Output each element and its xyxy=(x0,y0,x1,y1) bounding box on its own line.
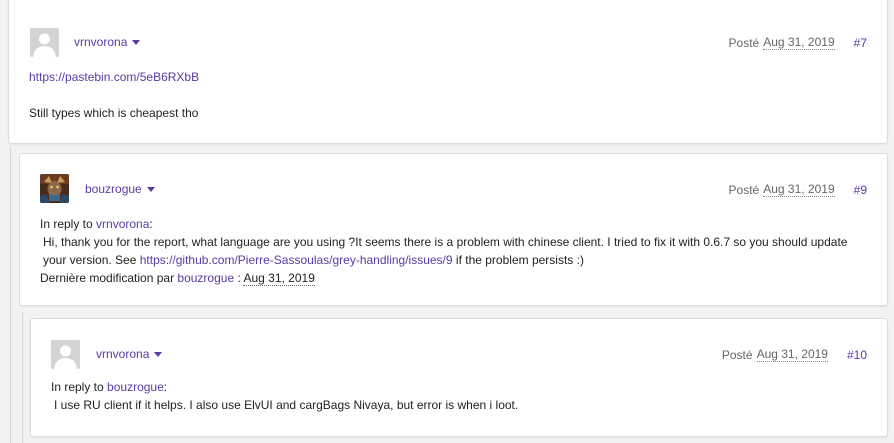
default-avatar-icon[interactable] xyxy=(30,28,59,57)
thread-line xyxy=(22,312,23,443)
edited-sep: : xyxy=(237,271,241,285)
author-menu[interactable]: vrnvorona xyxy=(96,347,163,361)
post-date: Aug 31, 2019 xyxy=(763,35,835,50)
thread-line xyxy=(10,147,11,443)
post-body: In reply to vrnvorona: Hi, thank you for… xyxy=(40,215,865,287)
post-body: In reply to bouzrogue: I use RU client i… xyxy=(51,378,867,414)
post-header: bouzrogue Posté Aug 31, 2019 #9 xyxy=(20,174,887,208)
post-meta: Posté Aug 31, 2019 #10 xyxy=(722,347,867,362)
author-name[interactable]: vrnvorona xyxy=(96,347,149,361)
edited-line: Dernière modification par bouzrogue : Au… xyxy=(40,269,865,287)
post-meta: Posté Aug 31, 2019 #7 xyxy=(729,35,867,50)
author-menu[interactable]: bouzrogue xyxy=(85,182,155,196)
default-avatar-icon[interactable] xyxy=(51,340,80,369)
chevron-down-icon[interactable] xyxy=(146,187,155,192)
post-text-after-link: if the problem persists :) xyxy=(455,253,584,267)
post-card-7: vrnvorona Posté Aug 31, 2019 #7 https://… xyxy=(8,0,888,144)
reply-prefix: In reply to xyxy=(40,217,93,231)
post-text: Still types which is cheapest tho xyxy=(29,106,199,120)
post-number-link[interactable]: #9 xyxy=(854,183,867,197)
posted-label: Posté xyxy=(728,35,760,50)
pastebin-link[interactable]: https://pastebin.com/5eB6RXbB xyxy=(29,70,199,84)
author-menu[interactable]: vrnvorona xyxy=(74,35,141,49)
post-number-link[interactable]: #7 xyxy=(854,36,867,50)
post-card-10: vrnvorona Posté Aug 31, 2019 #10 In repl… xyxy=(30,318,888,437)
reply-line: In reply to vrnvorona: xyxy=(40,215,865,233)
reply-prefix: In reply to xyxy=(51,380,104,394)
post-body: https://pastebin.com/5eB6RXbB Still type… xyxy=(29,68,867,122)
post-date: Aug 31, 2019 xyxy=(756,347,828,362)
character-portrait-avatar[interactable] xyxy=(40,174,69,203)
github-issue-link[interactable]: https://github.com/Pierre-Sassoulas/grey… xyxy=(140,253,453,267)
reply-suffix: : xyxy=(163,380,168,394)
chevron-down-icon[interactable] xyxy=(132,40,141,45)
chevron-down-icon[interactable] xyxy=(154,352,163,357)
post-header: vrnvorona Posté Aug 31, 2019 #7 xyxy=(9,28,887,62)
reply-suffix: : xyxy=(149,217,153,231)
reply-line: In reply to bouzrogue: xyxy=(51,378,867,396)
reply-to-link[interactable]: vrnvorona xyxy=(96,217,149,231)
post-card-9: bouzrogue Posté Aug 31, 2019 #9 In reply… xyxy=(19,153,888,306)
post-text: Hi, thank you for the report, what langu… xyxy=(40,233,865,269)
post-meta: Posté Aug 31, 2019 #9 xyxy=(729,182,867,197)
edited-date: Aug 31, 2019 xyxy=(243,271,315,286)
edited-prefix: Dernière modification par xyxy=(40,271,175,285)
posted-label: Posté xyxy=(728,182,760,197)
post-text: I use RU client if it helps. I also use … xyxy=(54,398,519,412)
author-name[interactable]: bouzrogue xyxy=(85,182,142,196)
author-name[interactable]: vrnvorona xyxy=(74,35,127,49)
post-number-link[interactable]: #10 xyxy=(847,348,867,362)
post-header: vrnvorona Posté Aug 31, 2019 #10 xyxy=(31,340,887,374)
post-date: Aug 31, 2019 xyxy=(763,182,835,197)
reply-to-link[interactable]: bouzrogue xyxy=(107,380,164,394)
edited-by-link[interactable]: bouzrogue xyxy=(177,271,234,285)
posted-label: Posté xyxy=(721,347,753,362)
